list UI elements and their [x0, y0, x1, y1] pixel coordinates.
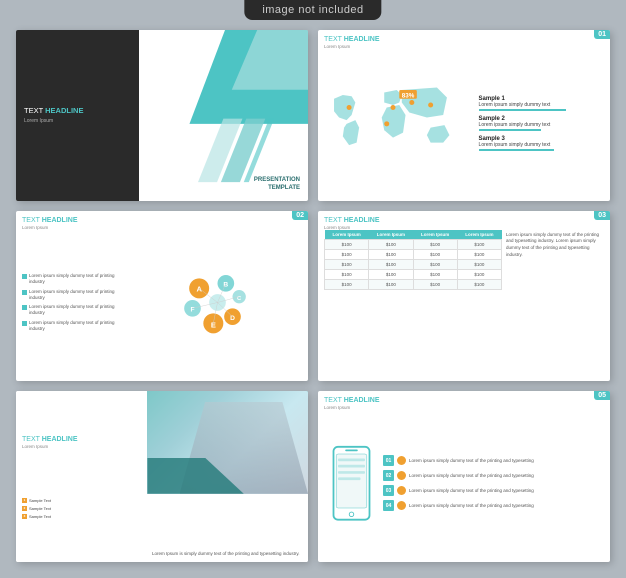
- bullet-dot-3: [22, 305, 27, 310]
- table-row: $100$100 $100$100: [325, 269, 502, 279]
- bullet-1: Lorem ipsum simply dummy text of printin…: [22, 273, 128, 285]
- steps-list: 01 Lorem ipsum simply dummy text of the …: [383, 455, 604, 511]
- slide-1-headline: TEXT HEADLINE: [24, 106, 131, 116]
- slide-2-headline: TEXT HEADLINE: [324, 36, 380, 43]
- slide-6-headline: TEXT HEADLINE: [324, 397, 604, 404]
- step-2: 02 Lorem ipsum simply dummy text of the …: [383, 470, 604, 481]
- template-label: TEMPLATE: [254, 184, 300, 192]
- sample-1: Sample 1 Lorem ipsum simply dummy text: [479, 96, 604, 111]
- slide-5-headline: TEXT HEADLINE: [22, 436, 141, 443]
- photo-area: [147, 391, 308, 493]
- col-header-1: Lorem Ipsum: [325, 230, 369, 240]
- slide-5-top: TEXT HEADLINE Lorem Ipsum: [16, 391, 308, 493]
- svg-text:F: F: [190, 307, 194, 314]
- svg-text:E: E: [211, 320, 216, 329]
- col-header-3: Lorem Ipsum: [413, 230, 457, 240]
- slide-5-bottom-text: Lorem Ipsum is simply dummy text of the …: [152, 498, 302, 558]
- slide-4-table: 03 TEXT HEADLINE Lorem Ipsum Lorem Ipsum…: [318, 211, 610, 382]
- tag-icon-1: 1: [22, 498, 27, 503]
- step-text-3: Lorem ipsum simply dummy text of the pri…: [409, 488, 534, 494]
- data-table: Lorem Ipsum Lorem Ipsum Lorem Ipsum Lore…: [324, 230, 502, 290]
- svg-text:83%: 83%: [402, 92, 415, 99]
- bullet-3: Lorem ipsum simply dummy text of printin…: [22, 304, 128, 316]
- col-header-2: Lorem Ipsum: [369, 230, 413, 240]
- slide-6-header: TEXT HEADLINE Lorem Ipsum: [324, 397, 604, 410]
- slide-2-content: 83% Sample 1 Lorem ipsum simply dummy te…: [324, 53, 604, 195]
- bullet-4: Lorem ipsum simply dummy text of printin…: [22, 320, 128, 332]
- step-text-1: Lorem ipsum simply dummy text of the pri…: [409, 458, 534, 464]
- sample-tag-3: 3 Sample Text: [22, 514, 148, 519]
- slide-1-left: TEXT HEADLINE Lorem Ipsum: [16, 30, 139, 201]
- watermark-bar: image not included: [244, 0, 381, 20]
- slide-6-content: 01 Lorem ipsum simply dummy text of the …: [324, 410, 604, 556]
- slide-4-content: Lorem Ipsum Lorem Ipsum Lorem Ipsum Lore…: [324, 230, 604, 376]
- tag-icon-2: 2: [22, 506, 27, 511]
- step-icon-3: [397, 486, 406, 495]
- step-icon-1: [397, 456, 406, 465]
- step-num-2: 02: [383, 470, 394, 481]
- slide-1-cover: TEXT HEADLINE Lorem Ipsum PRESENTATION T…: [16, 30, 308, 201]
- slide-3-content: Lorem ipsum simply dummy text of printin…: [22, 230, 302, 376]
- sample-3: Sample 3 Lorem ipsum simply dummy text: [479, 136, 604, 151]
- step-text-2: Lorem ipsum simply dummy text of the pri…: [409, 473, 534, 479]
- slide-3-circles: 02 TEXT HEADLINE Lorem Ipsum Lorem ipsum…: [16, 211, 308, 382]
- slide-5-photo: 04 TEXT HEADLINE Lorem Ipsum 1 Sample Te…: [16, 391, 308, 562]
- slide-num-6: 05: [594, 391, 610, 400]
- slide-num-4: 03: [594, 211, 610, 220]
- step-icon-2: [397, 471, 406, 480]
- slide-4-side-text: Lorem ipsum simply dummy text of the pri…: [506, 230, 604, 376]
- bullet-dot-2: [22, 290, 27, 295]
- step-1: 01 Lorem ipsum simply dummy text of the …: [383, 455, 604, 466]
- map-area: 83%: [324, 53, 475, 195]
- col-header-4: Lorem Ipsum: [457, 230, 501, 240]
- slide-5-tags: 1 Sample Text 2 Sample Text 3 Sample Tex…: [22, 498, 148, 558]
- slide-1-right: PRESENTATION TEMPLATE: [139, 30, 308, 201]
- tag-icon-3: 3: [22, 514, 27, 519]
- sample-tag-1: 1 Sample Text: [22, 498, 148, 503]
- presentation-label: PRESENTATION: [254, 176, 300, 184]
- slide-4-headline: TEXT HEADLINE: [324, 217, 604, 224]
- step-text-4: Lorem ipsum simply dummy text of the pri…: [409, 503, 534, 509]
- slide-3-headline: TEXT HEADLINE: [22, 217, 302, 224]
- step-num-3: 03: [383, 485, 394, 496]
- slide-3-header: TEXT HEADLINE Lorem Ipsum: [22, 217, 302, 230]
- bullet-dot-4: [22, 321, 27, 326]
- watermark-text: image not included: [262, 4, 363, 16]
- phone-container: [324, 445, 379, 522]
- slide-1-sub: Lorem Ipsum: [24, 118, 131, 124]
- slide-4-header: TEXT HEADLINE Lorem Ipsum: [324, 217, 604, 230]
- slide-2-sub: Lorem Ipsum: [324, 44, 380, 49]
- slide-num-3: 02: [292, 211, 308, 220]
- svg-text:A: A: [196, 285, 202, 294]
- step-num-4: 04: [383, 500, 394, 511]
- step-3: 03 Lorem ipsum simply dummy text of the …: [383, 485, 604, 496]
- sample-list: Sample 1 Lorem ipsum simply dummy text S…: [479, 53, 604, 195]
- circle-diagram: A B C D E F: [132, 230, 302, 376]
- slide-num-2: 01: [594, 30, 610, 39]
- slide-5-sub: Lorem Ipsum: [22, 444, 141, 449]
- sample-tag-2: 2 Sample Text: [22, 506, 148, 511]
- slide-5-bottom: 1 Sample Text 2 Sample Text 3 Sample Tex…: [16, 494, 308, 562]
- slide-1-promo-text: PRESENTATION TEMPLATE: [254, 176, 300, 193]
- bullets-list: Lorem ipsum simply dummy text of printin…: [22, 230, 128, 376]
- step-icon-4: [397, 501, 406, 510]
- svg-text:D: D: [230, 315, 235, 322]
- table-row: $100$100 $100$100: [325, 239, 502, 249]
- slide-2-worldmap: 01 TEXT HEADLINE Lorem Ipsum: [318, 30, 610, 201]
- bullet-2: Lorem ipsum simply dummy text of printin…: [22, 289, 128, 301]
- step-4: 04 Lorem ipsum simply dummy text of the …: [383, 500, 604, 511]
- slides-grid: TEXT HEADLINE Lorem Ipsum PRESENTATION T…: [0, 0, 626, 578]
- table-wrap: Lorem Ipsum Lorem Ipsum Lorem Ipsum Lore…: [324, 230, 502, 376]
- sample-2: Sample 2 Lorem ipsum simply dummy text: [479, 116, 604, 131]
- table-row: $100$100 $100$100: [325, 279, 502, 289]
- bullet-dot-1: [22, 274, 27, 279]
- slide-2-header: TEXT HEADLINE Lorem Ipsum: [324, 36, 604, 49]
- table-row: $100$100 $100$100: [325, 249, 502, 259]
- step-num-1: 01: [383, 455, 394, 466]
- table-row: $100$100 $100$100: [325, 259, 502, 269]
- slide-5-left-panel: TEXT HEADLINE Lorem Ipsum: [16, 391, 147, 493]
- slide-6-phone: 05 TEXT HEADLINE Lorem Ipsum: [318, 391, 610, 562]
